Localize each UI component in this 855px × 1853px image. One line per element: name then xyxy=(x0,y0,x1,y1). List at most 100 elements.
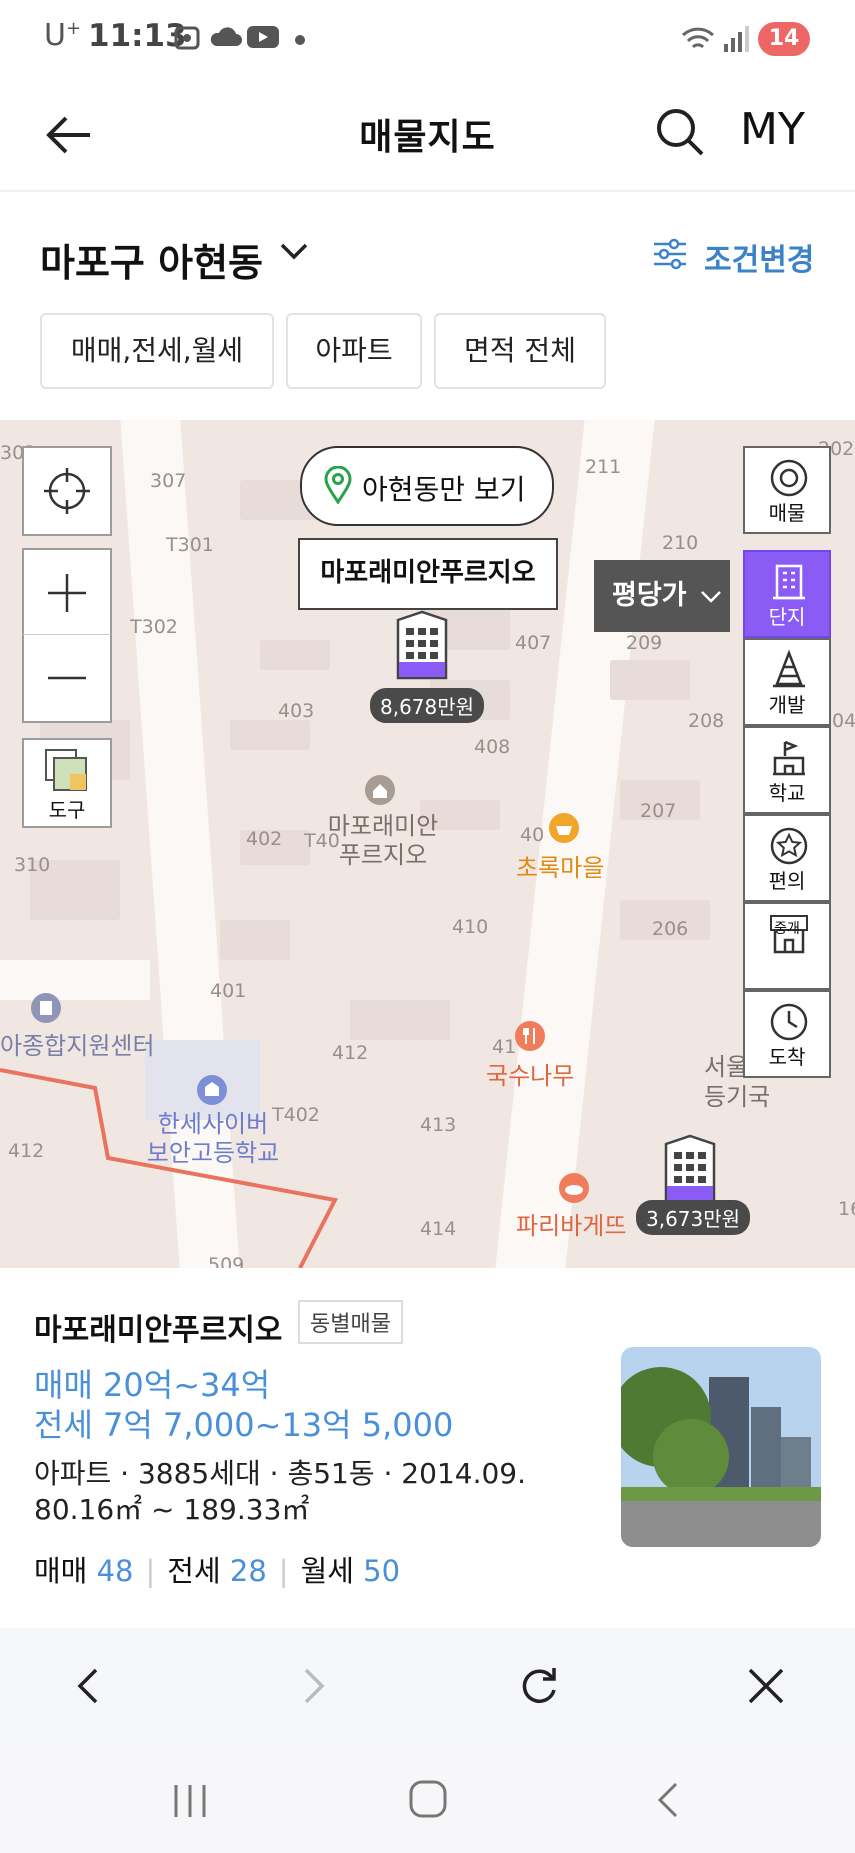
complex-photo[interactable] xyxy=(621,1347,821,1547)
building-number-label: T302 xyxy=(130,616,178,638)
building-number-label: 04 xyxy=(832,710,855,732)
building-number-label: 403 xyxy=(278,700,315,722)
complex-map-label: 마포래미안 푸르지오 xyxy=(327,812,439,869)
apartment-photo-image xyxy=(621,1347,821,1547)
listing-counts: 매매 48 | 전세 28 | 월세 50 xyxy=(34,1554,401,1588)
poi-label: 아종합지원센터 xyxy=(0,1032,155,1060)
filter-chip-area[interactable]: 면적 전체 xyxy=(434,313,606,389)
wifi-icon xyxy=(681,27,715,49)
cloud-icon xyxy=(210,27,242,46)
zoom-in-button[interactable] xyxy=(22,548,112,638)
search-icon[interactable] xyxy=(650,102,710,162)
status-bar: U+ 11:13 14 xyxy=(0,0,855,80)
page-title: 매물지도 xyxy=(359,117,496,158)
show-only-dong-button[interactable]: 아현동만 보기 xyxy=(300,446,554,526)
recent-apps-icon[interactable] xyxy=(170,1783,210,1819)
apartment-marker-icon[interactable] xyxy=(662,1134,718,1204)
chevron-down-icon[interactable] xyxy=(280,242,308,262)
school-pin-icon xyxy=(197,1075,227,1105)
agent-label: 중개 xyxy=(774,921,800,937)
show-only-dong-label: 아현동만 보기 xyxy=(362,473,526,506)
side-button-label: 매물 xyxy=(768,501,806,525)
complex-name[interactable]: 마포래미안푸르지오 xyxy=(34,1305,282,1349)
browser-back-icon[interactable] xyxy=(70,1666,106,1706)
selected-complex-tooltip[interactable]: 마포래미안푸르지오 xyxy=(298,538,558,610)
school-icon xyxy=(773,740,805,776)
price-mode-label: 평당가 xyxy=(612,580,687,611)
filter-sliders-icon[interactable] xyxy=(652,238,688,270)
building-number-label: 40 xyxy=(520,824,545,846)
building-icon xyxy=(773,564,805,600)
crosshair-icon xyxy=(44,468,90,514)
building-number-label: 412 xyxy=(332,1042,369,1064)
building-number-label: 509 xyxy=(208,1254,245,1268)
side-button-agent[interactable]: 중개 xyxy=(743,902,831,990)
location-selector[interactable]: 마포구 아현동 xyxy=(40,232,263,287)
side-button-listings[interactable]: 매물 xyxy=(743,446,831,534)
building-number-label: 207 xyxy=(640,800,677,822)
plus-icon xyxy=(48,574,86,612)
tools-button[interactable]: 도구 xyxy=(22,738,112,828)
complex-area-range: 80.16㎡ ~ 189.33㎡ xyxy=(34,1493,310,1526)
side-button-label: 도착 xyxy=(768,1045,806,1069)
side-button-complex[interactable]: 단지 xyxy=(743,550,831,638)
building-number-label: 16 xyxy=(838,1198,855,1220)
jeonse-price-range: 전세 7억 7,000~13억 5,000 xyxy=(34,1406,454,1444)
poi-label: 파리바게뜨 xyxy=(516,1212,627,1240)
building-number-label: 211 xyxy=(585,456,622,478)
building-number-label: 414 xyxy=(420,1218,457,1240)
complex-meta: 아파트 · 3885세대 · 총51동 · 2014.09. xyxy=(34,1457,526,1490)
my-location-button[interactable] xyxy=(22,446,112,536)
count-value: 48 xyxy=(96,1554,134,1588)
filter-chip-trade-type[interactable]: 매매,전세,월세 xyxy=(40,313,274,389)
building-number-label: 209 xyxy=(626,632,663,654)
layers-icon xyxy=(45,749,87,791)
filter-chip-property-type[interactable]: 아파트 xyxy=(286,313,422,389)
building-number-label: 401 xyxy=(210,980,247,1002)
building-number-label: 206 xyxy=(652,918,689,940)
building-number-label: 208 xyxy=(688,710,725,732)
poi-label: 초록마을 xyxy=(516,854,605,882)
building-number-label: 413 xyxy=(420,1114,457,1136)
youtube-icon xyxy=(247,26,279,48)
my-button[interactable]: MY xyxy=(740,104,805,155)
map-view[interactable]: 307 211 210 T301 209 T302 407 208 403 40… xyxy=(0,420,855,1268)
chevron-down-icon xyxy=(701,590,721,603)
tools-label: 도구 xyxy=(48,798,86,822)
system-back-icon[interactable] xyxy=(652,1781,682,1819)
browser-toolbar xyxy=(0,1628,855,1743)
home-icon[interactable] xyxy=(408,1779,448,1819)
side-button-arrival[interactable]: 도착 xyxy=(743,990,831,1078)
side-button-convenience[interactable]: 편의 xyxy=(743,814,831,902)
refresh-icon[interactable] xyxy=(518,1664,560,1708)
bakery-pin-icon xyxy=(559,1173,589,1203)
dong-listings-badge[interactable]: 동별매물 xyxy=(298,1300,403,1344)
browser-forward-icon[interactable] xyxy=(296,1666,332,1706)
building-number-label: 41 xyxy=(492,1036,517,1058)
side-button-label: 편의 xyxy=(768,869,806,893)
side-button-label: 개발 xyxy=(768,693,806,717)
price-tag[interactable]: 3,673만원 xyxy=(636,1200,751,1235)
count-label: 매매 xyxy=(34,1554,88,1588)
apartment-marker-icon[interactable] xyxy=(394,610,450,680)
count-label: 월세 xyxy=(300,1554,354,1588)
condition-change-button[interactable]: 조건변경 xyxy=(704,235,814,279)
cone-icon xyxy=(773,650,805,688)
clock: 11:13 xyxy=(88,18,187,54)
count-value: 50 xyxy=(363,1554,401,1588)
price-tag[interactable]: 8,678만원 xyxy=(370,688,485,723)
building-number-label: 310 xyxy=(14,854,51,876)
building-number-label: 307 xyxy=(150,470,187,492)
battery-indicator: 14 xyxy=(758,22,810,56)
zoom-out-button[interactable] xyxy=(22,634,112,723)
side-button-development[interactable]: 개발 xyxy=(743,638,831,726)
minus-icon xyxy=(48,676,86,680)
close-icon[interactable] xyxy=(746,1666,786,1706)
screenshot-icon xyxy=(174,26,200,50)
circle-target-icon xyxy=(770,459,808,497)
price-mode-toggle[interactable]: 평당가 xyxy=(594,560,730,632)
home-pin-icon xyxy=(365,775,395,805)
side-button-label: 학교 xyxy=(768,781,806,805)
side-button-school[interactable]: 학교 xyxy=(743,726,831,814)
building-number-label: 210 xyxy=(662,532,699,554)
